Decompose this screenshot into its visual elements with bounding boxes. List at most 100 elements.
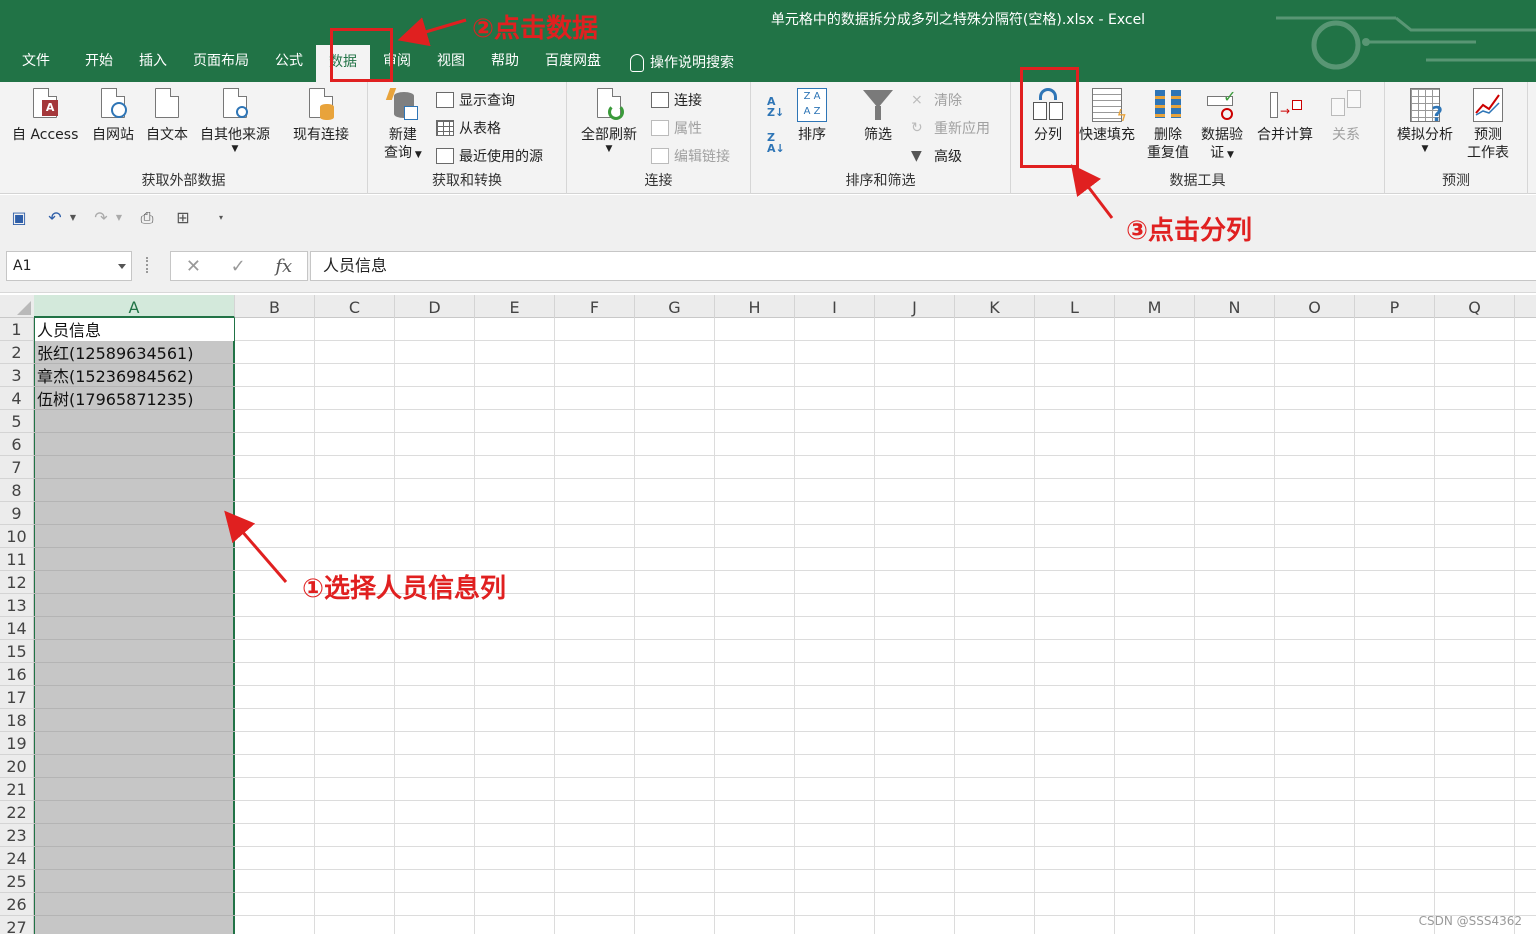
row-header-1[interactable]: 1 bbox=[0, 318, 34, 341]
forecast-sheet-button[interactable]: 预测 工作表 bbox=[1467, 88, 1509, 162]
row-header-6[interactable]: 6 bbox=[0, 433, 34, 456]
edit-links-button[interactable]: 编辑链接 bbox=[651, 146, 730, 166]
flash-fill-button[interactable]: ϟ 快速填充 bbox=[1079, 88, 1135, 144]
cell-a4[interactable]: 伍树(17965871235) bbox=[37, 388, 193, 411]
column-header-e[interactable]: E bbox=[475, 295, 555, 318]
filter-button[interactable]: 筛选 bbox=[863, 88, 893, 144]
row-header-19[interactable]: 19 bbox=[0, 732, 34, 755]
reapply-button[interactable]: ↻ 重新应用 bbox=[911, 118, 990, 138]
cell-a1[interactable]: 人员信息 bbox=[37, 319, 101, 342]
from-text-button[interactable]: 自文本 bbox=[146, 88, 188, 144]
row-header-22[interactable]: 22 bbox=[0, 801, 34, 824]
column-header-n[interactable]: N bbox=[1195, 295, 1275, 318]
row-header-27[interactable]: 27 bbox=[0, 916, 34, 934]
row-header-17[interactable]: 17 bbox=[0, 686, 34, 709]
select-all-button[interactable] bbox=[0, 295, 34, 318]
column-header-l[interactable]: L bbox=[1035, 295, 1115, 318]
tab-help[interactable]: 帮助 bbox=[478, 44, 532, 82]
formula-input[interactable]: 人员信息 bbox=[310, 251, 1536, 281]
row-header-15[interactable]: 15 bbox=[0, 640, 34, 663]
insert-function-icon[interactable]: fx bbox=[275, 256, 292, 277]
column-header-d[interactable]: D bbox=[395, 295, 475, 318]
sort-button[interactable]: Z AA Z 排序 bbox=[797, 88, 827, 144]
name-box[interactable]: A1 bbox=[6, 251, 132, 281]
row-header-8[interactable]: 8 bbox=[0, 479, 34, 502]
redo-icon[interactable]: ↷ bbox=[92, 209, 110, 227]
column-header-q[interactable]: Q bbox=[1435, 295, 1515, 318]
column-header-i[interactable]: I bbox=[795, 295, 875, 318]
row-header-20[interactable]: 20 bbox=[0, 755, 34, 778]
tab-home[interactable]: 开始 bbox=[72, 44, 126, 82]
row-header-16[interactable]: 16 bbox=[0, 663, 34, 686]
enter-icon[interactable]: ✓ bbox=[231, 256, 246, 277]
cancel-icon[interactable]: ✕ bbox=[186, 256, 201, 277]
column-header-b[interactable]: B bbox=[235, 295, 315, 318]
row-header-21[interactable]: 21 bbox=[0, 778, 34, 801]
borders-icon[interactable]: ⊞ bbox=[174, 209, 192, 227]
column-header-m[interactable]: M bbox=[1115, 295, 1195, 318]
redo-dropdown-icon[interactable]: ▼ bbox=[110, 209, 128, 227]
print-preview-icon[interactable]: ⎙ bbox=[138, 209, 156, 227]
save-icon[interactable]: ▣ bbox=[10, 209, 28, 227]
remove-duplicates-button[interactable]: 删除 重复值 bbox=[1147, 88, 1189, 162]
show-queries-button[interactable]: 显示查询 bbox=[436, 90, 515, 110]
relationships-button[interactable]: 关系 bbox=[1331, 88, 1361, 144]
row-header-11[interactable]: 11 bbox=[0, 548, 34, 571]
row-header-23[interactable]: 23 bbox=[0, 824, 34, 847]
properties-button[interactable]: 属性 bbox=[651, 118, 702, 138]
formula-bar-grip[interactable] bbox=[146, 257, 148, 273]
column-header-h[interactable]: H bbox=[715, 295, 795, 318]
connections-button[interactable]: 连接 bbox=[651, 90, 702, 110]
tab-insert[interactable]: 插入 bbox=[126, 44, 180, 82]
what-if-analysis-button[interactable]: ? 模拟分析 ▼ bbox=[1397, 88, 1453, 154]
cell-a2[interactable]: 张红(12589634561) bbox=[37, 342, 193, 365]
row-header-12[interactable]: 12 bbox=[0, 571, 34, 594]
column-header-k[interactable]: K bbox=[955, 295, 1035, 318]
sort-descending-icon[interactable]: Z A↓ bbox=[767, 132, 785, 154]
row-header-3[interactable]: 3 bbox=[0, 364, 34, 387]
cell-area[interactable] bbox=[34, 318, 1536, 934]
undo-icon[interactable]: ↶ bbox=[46, 209, 64, 227]
new-query-button[interactable]: 新建 查询 ▼ bbox=[384, 88, 422, 164]
tab-page-layout[interactable]: 页面布局 bbox=[180, 44, 262, 82]
data-validation-button[interactable]: ✓ 数据验 证 ▼ bbox=[1201, 88, 1243, 164]
row-header-25[interactable]: 25 bbox=[0, 870, 34, 893]
column-header-c[interactable]: C bbox=[315, 295, 395, 318]
column-header-f[interactable]: F bbox=[555, 295, 635, 318]
row-header-2[interactable]: 2 bbox=[0, 341, 34, 364]
row-header-18[interactable]: 18 bbox=[0, 709, 34, 732]
tab-formulas[interactable]: 公式 bbox=[262, 44, 316, 82]
column-header-a[interactable]: A bbox=[34, 295, 235, 318]
tab-file[interactable]: 文件 bbox=[0, 44, 72, 82]
column-header-p[interactable]: P bbox=[1355, 295, 1435, 318]
row-header-10[interactable]: 10 bbox=[0, 525, 34, 548]
row-header-24[interactable]: 24 bbox=[0, 847, 34, 870]
row-header-13[interactable]: 13 bbox=[0, 594, 34, 617]
chevron-down-icon[interactable] bbox=[118, 264, 126, 269]
from-web-button[interactable]: 自网站 bbox=[92, 88, 134, 144]
existing-connections-button[interactable]: 现有连接 bbox=[293, 88, 349, 144]
row-header-7[interactable]: 7 bbox=[0, 456, 34, 479]
from-table-button[interactable]: 从表格 bbox=[436, 118, 501, 138]
column-header-g[interactable]: G bbox=[635, 295, 715, 318]
tell-me-search[interactable]: 操作说明搜索 bbox=[614, 44, 747, 82]
column-header-j[interactable]: J bbox=[875, 295, 955, 318]
clear-filter-button[interactable]: ⨯ 清除 bbox=[911, 90, 962, 110]
row-header-4[interactable]: 4 bbox=[0, 387, 34, 410]
column-header-o[interactable]: O bbox=[1275, 295, 1355, 318]
refresh-all-button[interactable]: 全部刷新 ▼ bbox=[581, 88, 637, 154]
recent-sources-button[interactable]: 最近使用的源 bbox=[436, 146, 543, 166]
sort-ascending-icon[interactable]: A Z↓ bbox=[767, 96, 784, 118]
undo-dropdown-icon[interactable]: ▼ bbox=[64, 209, 82, 227]
from-other-sources-button[interactable]: 自其他来源 ▼ bbox=[200, 88, 270, 154]
row-header-5[interactable]: 5 bbox=[0, 410, 34, 433]
consolidate-button[interactable]: → 合并计算 bbox=[1257, 88, 1313, 144]
customize-toolbar-icon[interactable]: ▾ bbox=[212, 209, 230, 227]
row-header-26[interactable]: 26 bbox=[0, 893, 34, 916]
row-header-9[interactable]: 9 bbox=[0, 502, 34, 525]
tab-view[interactable]: 视图 bbox=[424, 44, 478, 82]
tab-baidu-netdisk[interactable]: 百度网盘 bbox=[532, 44, 614, 82]
advanced-filter-button[interactable]: ▼ 高级 bbox=[911, 146, 962, 166]
cell-a3[interactable]: 章杰(15236984562) bbox=[37, 365, 193, 388]
from-access-button[interactable]: A 自 Access bbox=[12, 88, 78, 144]
